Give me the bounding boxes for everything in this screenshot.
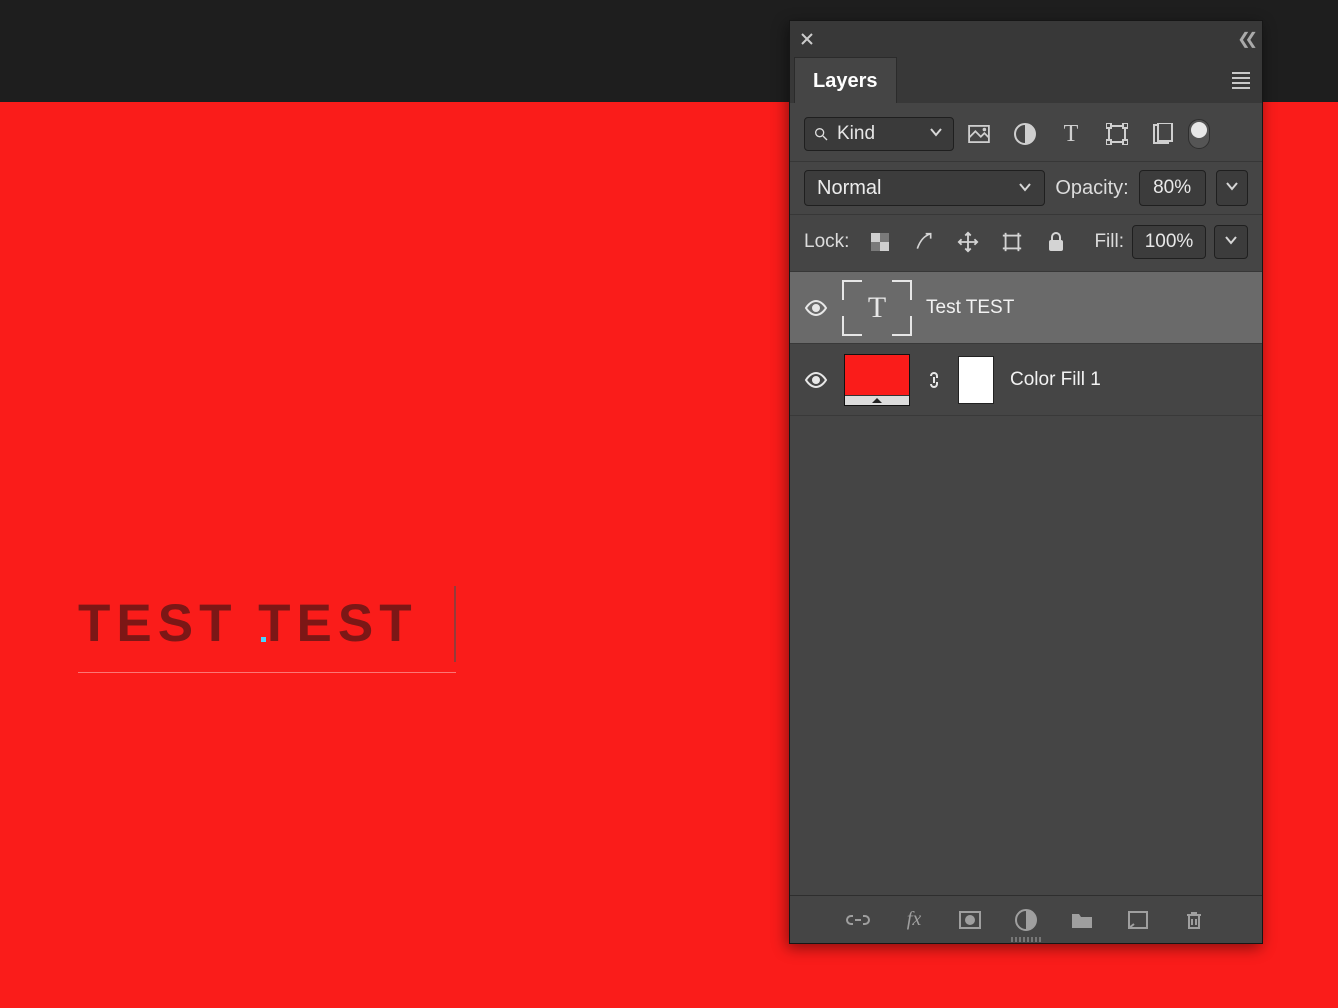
lock-position-icon[interactable] — [955, 229, 981, 255]
anchor-midpoint-icon — [261, 637, 266, 642]
layers-list[interactable]: T Test TEST Color Fill 1 — [790, 272, 1262, 895]
fill-label: Fill: — [1094, 231, 1124, 253]
layer-thumbnail-text[interactable]: T — [844, 282, 910, 334]
filter-shape-icon[interactable] — [1104, 121, 1130, 147]
filter-toggle[interactable] — [1188, 119, 1210, 149]
lock-all-icon[interactable] — [1043, 229, 1069, 255]
blend-mode-dropdown[interactable]: Normal — [804, 170, 1045, 206]
lock-label: Lock: — [804, 231, 849, 253]
chevron-down-icon — [1224, 231, 1238, 253]
panel-footer: fx — [790, 895, 1262, 943]
resize-grip-icon[interactable] — [996, 937, 1056, 942]
chevron-down-icon — [929, 123, 943, 145]
filter-type-icon[interactable]: T — [1058, 121, 1084, 147]
opacity-value: 80% — [1153, 177, 1191, 199]
chevron-down-icon — [1018, 177, 1032, 200]
layer-mask-thumbnail[interactable] — [958, 356, 994, 404]
filter-adjustment-icon[interactable] — [1012, 121, 1038, 147]
collapse-icon[interactable]: ❮❮ — [1237, 29, 1252, 49]
filter-kind-label: Kind — [837, 123, 875, 145]
layer-row[interactable]: T Test TEST — [790, 272, 1262, 344]
opacity-slider-toggle[interactable] — [1216, 170, 1249, 206]
delete-layer-icon[interactable] — [1181, 907, 1207, 933]
text-caret — [454, 586, 456, 662]
link-mask-icon[interactable] — [926, 370, 942, 390]
opacity-label: Opacity: — [1055, 177, 1128, 200]
fill-slider-toggle[interactable] — [1214, 225, 1248, 259]
lock-image-icon[interactable] — [911, 229, 937, 255]
filter-smartobject-icon[interactable] — [1150, 121, 1176, 147]
text-layer-content[interactable]: TEST TEST — [78, 594, 418, 653]
blend-mode-value: Normal — [817, 177, 881, 200]
fill-value: 100% — [1145, 231, 1194, 253]
tab-layers[interactable]: Layers — [794, 57, 897, 103]
new-adjustment-layer-icon[interactable] — [1013, 907, 1039, 933]
lock-row: Lock: Fill: 100% — [790, 215, 1262, 272]
layer-name[interactable]: Test TEST — [926, 297, 1014, 319]
visibility-toggle-icon[interactable] — [804, 296, 828, 320]
lock-transparency-icon[interactable] — [867, 229, 893, 255]
panel-menu-icon[interactable] — [1232, 72, 1250, 89]
layer-style-icon[interactable]: fx — [901, 907, 927, 933]
filter-type-icons: T — [966, 121, 1176, 147]
opacity-input[interactable]: 80% — [1139, 170, 1206, 206]
visibility-toggle-icon[interactable] — [804, 368, 828, 392]
chevron-down-icon — [1225, 179, 1239, 198]
panel-tabs: Layers — [790, 57, 1262, 103]
layers-panel: ❮❮ Layers Kind T Normal Opacity: — [789, 20, 1263, 944]
add-mask-icon[interactable] — [957, 907, 983, 933]
close-icon[interactable] — [800, 32, 814, 46]
new-group-icon[interactable] — [1069, 907, 1095, 933]
filter-kind-dropdown[interactable]: Kind — [804, 117, 954, 151]
layer-row[interactable]: Color Fill 1 — [790, 344, 1262, 416]
new-layer-icon[interactable] — [1125, 907, 1151, 933]
layer-thumbnail-fill[interactable] — [844, 354, 910, 406]
link-layers-icon[interactable] — [845, 907, 871, 933]
layer-filter-row: Kind T — [790, 103, 1262, 162]
layer-name[interactable]: Color Fill 1 — [1010, 369, 1101, 391]
tab-layers-label: Layers — [813, 70, 878, 92]
search-icon — [813, 126, 829, 142]
text-layer-bbox[interactable]: TEST TEST — [78, 593, 424, 659]
blend-opacity-row: Normal Opacity: 80% — [790, 162, 1262, 215]
fill-input[interactable]: 100% — [1132, 225, 1206, 259]
filter-pixel-icon[interactable] — [966, 121, 992, 147]
lock-artboard-icon[interactable] — [999, 229, 1025, 255]
panel-header: ❮❮ — [790, 21, 1262, 57]
